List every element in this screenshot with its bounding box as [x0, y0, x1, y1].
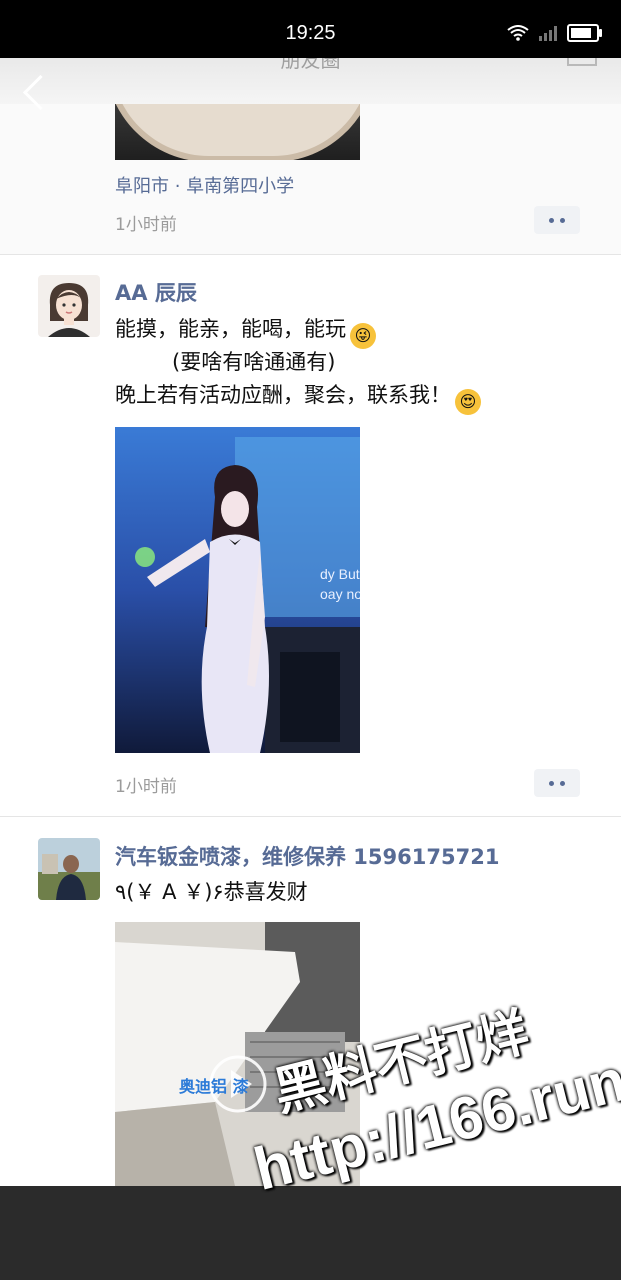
post-time: 1小时前: [115, 215, 177, 235]
wifi-icon: [507, 25, 529, 41]
heart-eyes-emoji: 😍: [455, 389, 481, 415]
post-text-line: 晚上若有活动应酬，聚会，联系我！ 😍: [115, 378, 481, 415]
post-divider: [0, 816, 621, 817]
photo-overlay-text: dy But-Y: [320, 566, 360, 582]
post-time: 1小时前: [115, 777, 177, 797]
post-text: 能摸，能亲，能喝，能玩: [115, 317, 346, 341]
post-text: (要啥有啥通通有): [172, 350, 336, 374]
post-location[interactable]: 阜阳市 · 阜南第四小学: [115, 172, 294, 198]
post-photo[interactable]: dy But-Y oay nobo: [115, 427, 360, 753]
post-text: 晚上若有活动应酬，聚会，联系我！: [115, 383, 451, 407]
post-text-line: 能摸，能亲，能喝，能玩 😜: [115, 312, 376, 349]
wink-face-emoji: 😜: [350, 323, 376, 349]
status-bar: 19:25: [0, 0, 621, 58]
signal-icon: [539, 26, 557, 41]
avatar[interactable]: [38, 275, 100, 337]
top-nav-bar: 朋友圈: [0, 48, 621, 104]
battery-icon: [567, 24, 602, 42]
post-text: ٩(￥ A ￥)۶恭喜发财: [115, 880, 308, 904]
avatar[interactable]: [38, 838, 100, 900]
more-actions-button[interactable]: [534, 769, 580, 797]
photo-overlay-text: oay nobo: [320, 586, 360, 602]
post-divider: [0, 254, 621, 255]
post-author-name[interactable]: 汽车钣金喷漆，维修保养 1596175721: [115, 841, 499, 871]
video-caption: 奥迪铝 漆: [179, 1077, 249, 1096]
post-author-name[interactable]: AA 辰辰: [115, 277, 197, 307]
post-photo[interactable]: [115, 98, 360, 160]
more-actions-button[interactable]: [534, 206, 580, 234]
bottom-bar: [0, 1186, 621, 1280]
status-icons: [507, 24, 602, 42]
